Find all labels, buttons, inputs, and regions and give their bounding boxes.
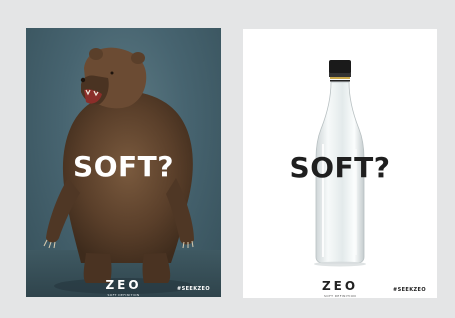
right-poster: SOFT? ZEO SOFT DEFINITION #SEEKZEO <box>243 29 437 298</box>
ad-comparison-stage: SOFT? ZEO SOFT DEFINITION #SEEKZEO SOFT?… <box>0 0 455 318</box>
hashtag: #SEEKZEO <box>177 286 210 292</box>
hashtag: #SEEKZEO <box>393 287 426 293</box>
left-poster: SOFT? ZEO SOFT DEFINITION #SEEKZEO <box>26 28 221 297</box>
headline: SOFT? <box>73 150 174 183</box>
brand-tagline: SOFT DEFINITION <box>107 293 140 297</box>
headline: SOFT? <box>289 151 391 184</box>
brand-tagline: SOFT DEFINITION <box>324 294 356 298</box>
